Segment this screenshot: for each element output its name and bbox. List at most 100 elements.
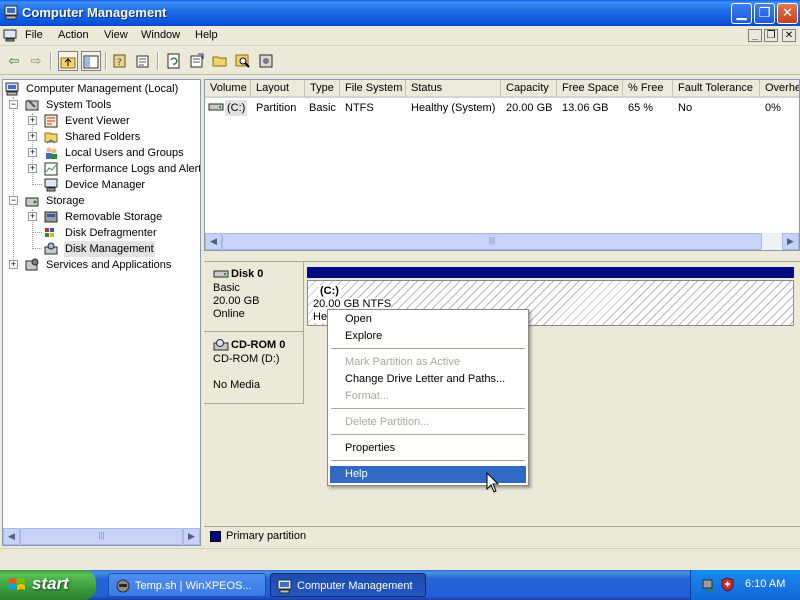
collapse-icon[interactable]: − <box>9 100 18 109</box>
refresh-button[interactable] <box>164 51 184 71</box>
column-header-volume[interactable]: Volume <box>205 80 251 98</box>
expand-icon[interactable]: + <box>28 148 37 157</box>
cell-capacity: 20.00 GB <box>506 102 553 114</box>
computer-management-icon <box>4 5 18 20</box>
computer-management-window: Computer Management ▁ ❐ ✕ File Action Vi… <box>0 0 800 570</box>
cdrom-media: No Media <box>213 379 261 391</box>
scroll-left-icon[interactable]: ◀ <box>3 528 20 545</box>
disk-state: Online <box>213 308 245 320</box>
services-icon <box>25 258 39 271</box>
scroll-thumb[interactable]: ||| <box>222 233 762 250</box>
column-header-percent-free[interactable]: % Free <box>623 80 673 98</box>
restore-icon: ❐ <box>766 30 776 41</box>
show-hide-console-tree-button[interactable] <box>81 51 101 71</box>
close-icon: ✕ <box>782 5 793 20</box>
disk-0-label[interactable]: Disk 0 Basic 20.00 GB Online <box>204 262 304 332</box>
expand-icon[interactable]: + <box>28 212 37 221</box>
context-item-open[interactable]: Open <box>330 311 526 328</box>
context-item-mark-active[interactable]: Mark Partition as Active <box>330 354 526 371</box>
window-title: Computer Management <box>22 5 167 20</box>
search-icon <box>235 54 250 68</box>
forward-button[interactable]: ⇨ <box>26 51 46 71</box>
back-button[interactable]: ⇦ <box>4 51 24 71</box>
taskbar-item-label: Temp.sh | WinXPEOS... <box>135 580 252 592</box>
context-item-properties[interactable]: Properties <box>330 440 526 457</box>
mdi-minimize-button[interactable]: _ <box>748 29 762 42</box>
column-header-free-space[interactable]: Free Space <box>557 80 623 98</box>
status-bar <box>0 548 800 570</box>
column-header-capacity[interactable]: Capacity <box>501 80 557 98</box>
network-tray-icon[interactable] <box>701 577 716 592</box>
console-tree: Computer Management (Local) − System Too… <box>2 79 201 546</box>
disk-tool-button[interactable] <box>256 51 276 71</box>
mdi-restore-button[interactable]: ❐ <box>764 29 778 42</box>
maximize-button[interactable]: ❐ <box>754 3 775 24</box>
cdrom-0-label[interactable]: CD-ROM 0 CD-ROM (D:) No Media <box>204 332 304 404</box>
search-button[interactable] <box>233 51 253 71</box>
menu-separator <box>331 434 525 435</box>
column-header-file-system[interactable]: File System <box>340 80 406 98</box>
menu-separator <box>331 460 525 461</box>
export-list-button[interactable] <box>187 51 207 71</box>
computer-icon <box>5 82 19 96</box>
primary-partition-swatch <box>210 531 221 542</box>
volume-list: Volume Layout Type File System Status Ca… <box>204 79 800 251</box>
open-folder-button[interactable] <box>210 51 230 71</box>
cdrom-drive: CD-ROM (D:) <box>213 353 280 365</box>
cell-overhead: 0% <box>765 102 781 114</box>
context-item-format[interactable]: Format... <box>330 388 526 405</box>
tree-label: Services and Applications <box>46 259 172 271</box>
expand-icon[interactable]: + <box>9 260 18 269</box>
taskbar-item-temp-sh[interactable]: Temp.sh | WinXPEOS... <box>108 573 266 597</box>
close-icon: ✕ <box>784 30 794 41</box>
partition-legend: Primary partition <box>204 526 800 546</box>
toolbar-separator <box>105 52 107 70</box>
open-folder-icon <box>212 56 227 67</box>
collapse-icon[interactable]: − <box>9 196 18 205</box>
tree-label: Disk Management <box>64 241 155 257</box>
tree-horizontal-scrollbar[interactable]: ◀ ||| ▶ <box>3 528 200 545</box>
expand-icon[interactable]: + <box>28 164 37 173</box>
column-header-layout[interactable]: Layout <box>251 80 305 98</box>
menu-separator <box>331 348 525 349</box>
column-header-overhead[interactable]: Overhe <box>760 80 799 98</box>
security-shield-icon[interactable] <box>720 577 735 592</box>
column-header-type[interactable]: Type <box>305 80 340 98</box>
close-button[interactable]: ✕ <box>777 3 798 24</box>
menu-help[interactable]: Help <box>195 29 218 41</box>
column-header-fault-tolerance[interactable]: Fault Tolerance <box>673 80 760 98</box>
computer-management-icon <box>277 579 292 594</box>
taskbar-item-computer-management[interactable]: Computer Management <box>270 573 426 597</box>
up-one-level-button[interactable] <box>58 51 78 71</box>
menu-window[interactable]: Window <box>141 29 180 41</box>
menu-view[interactable]: View <box>104 29 128 41</box>
cell-layout: Partition <box>256 102 297 114</box>
expand-icon[interactable]: + <box>28 116 37 125</box>
start-button[interactable]: start <box>0 570 96 600</box>
scroll-left-icon[interactable]: ◀ <box>205 233 222 250</box>
cdrom-name: CD-ROM 0 <box>231 339 286 351</box>
restore-icon: ❐ <box>758 5 771 20</box>
context-item-explore[interactable]: Explore <box>330 328 526 345</box>
cell-status: Healthy (System) <box>411 102 496 114</box>
column-header-status[interactable]: Status <box>406 80 501 98</box>
mdi-close-button[interactable]: ✕ <box>782 29 796 42</box>
disk-size: 20.00 GB <box>213 295 260 307</box>
context-item-change-drive-letter[interactable]: Change Drive Letter and Paths... <box>330 371 526 388</box>
scroll-right-icon[interactable]: ▶ <box>782 233 799 250</box>
help-topics-button[interactable]: ? <box>110 51 130 71</box>
menu-action[interactable]: Action <box>58 29 89 41</box>
minimize-button[interactable]: ▁ <box>731 3 752 24</box>
scroll-thumb[interactable]: ||| <box>20 528 183 545</box>
context-item-delete-partition[interactable]: Delete Partition... <box>330 414 526 431</box>
tree-label: Removable Storage <box>65 211 163 223</box>
properties-button[interactable] <box>133 51 153 71</box>
tree-label: Device Manager <box>65 179 146 191</box>
console-window-icon[interactable] <box>3 28 18 43</box>
menu-file[interactable]: File <box>25 29 43 41</box>
title-bar[interactable]: Computer Management ▁ ❐ ✕ <box>0 0 800 26</box>
expand-icon[interactable]: + <box>28 132 37 141</box>
scroll-right-icon[interactable]: ▶ <box>183 528 200 545</box>
volume-list-horizontal-scrollbar[interactable]: ◀ ||| ▶ <box>205 233 799 250</box>
cell-type: Basic <box>309 102 336 114</box>
